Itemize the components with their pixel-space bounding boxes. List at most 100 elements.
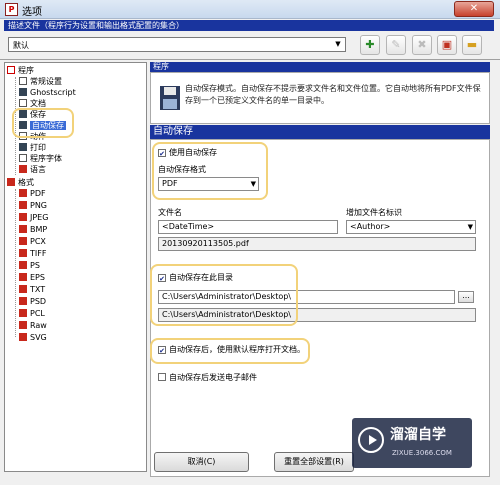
cancel-button[interactable]: 取消(C) <box>154 452 249 472</box>
tree-program[interactable]: 程序 <box>7 66 34 76</box>
tree-item-language[interactable]: 语言 <box>19 165 46 175</box>
section-header: 程序 <box>150 62 490 72</box>
tree-format-tiff[interactable]: TIFF <box>19 249 46 259</box>
profile-description: 描述文件（程序行为设置和输出格式配置的集合） <box>4 20 494 31</box>
filename-preview: 20130920113505.pdf <box>158 237 476 251</box>
watermark: 溜溜自学 ZIXUE.3066.COM <box>352 418 472 468</box>
title-bar: P 选项 ✕ <box>0 0 500 19</box>
file-icon <box>19 261 27 269</box>
highlight-ring <box>150 264 298 326</box>
file-icon <box>19 201 27 209</box>
tree-format-pcl[interactable]: PCL <box>19 309 45 319</box>
folder-icon[interactable]: ▬ <box>462 35 482 55</box>
formats-icon <box>7 178 15 186</box>
checkbox-unchecked-icon <box>158 373 166 381</box>
tree-item-label: PCX <box>30 237 46 246</box>
file-icon <box>19 225 27 233</box>
tree-item-label: TXT <box>30 285 46 294</box>
file-icon <box>19 213 27 221</box>
tree-format-pcx[interactable]: PCX <box>19 237 46 247</box>
profile-select-value: 默认 <box>13 41 29 50</box>
tree-formats-label: 格式 <box>18 178 34 187</box>
tree-program-label: 程序 <box>18 66 34 75</box>
tree-format-jpeg[interactable]: JPEG <box>19 213 48 223</box>
file-icon <box>19 237 27 245</box>
printer-icon <box>19 143 27 151</box>
info-text: 自动保存模式。自动保存不提示要求文件名和文件位置。它自动地将所有PDF文件保存到… <box>185 84 481 105</box>
ghostscript-icon <box>19 88 27 96</box>
app-icon: P <box>5 3 18 16</box>
tree-item-label: PCL <box>30 309 45 318</box>
autosave-header: 自动保存 <box>150 125 490 139</box>
close-button[interactable]: ✕ <box>454 1 494 17</box>
browse-button[interactable]: ... <box>458 291 474 303</box>
file-icon <box>19 249 27 257</box>
add-profile-icon[interactable]: ✚ <box>360 35 380 55</box>
send-email-label: 自动保存后发送电子邮件 <box>169 373 257 382</box>
filename-input[interactable]: <DateTime> <box>158 220 338 234</box>
tree-item-label: Raw <box>30 321 47 330</box>
highlight-ring <box>12 108 74 138</box>
document-icon <box>19 99 27 107</box>
chevron-down-icon: ▼ <box>467 223 473 231</box>
file-icon <box>19 309 27 317</box>
tree-item-label: 常规设置 <box>30 77 62 86</box>
tree-item-label: 程序字体 <box>30 154 62 163</box>
watermark-url: ZIXUE.3066.COM <box>392 449 452 457</box>
tree-item-label: 语言 <box>30 165 46 174</box>
divider <box>0 59 500 60</box>
tree-format-txt[interactable]: TXT <box>19 285 45 295</box>
tree-item-label: JPEG <box>30 213 49 222</box>
tree-item-label: TIFF <box>30 249 47 258</box>
reset-all-button[interactable]: 重置全部设置(R) <box>274 452 354 472</box>
tree-item-print[interactable]: 打印 <box>19 143 46 153</box>
watermark-title: 溜溜自学 <box>390 427 446 443</box>
tree-item-label: SVG <box>30 333 47 342</box>
tree-format-png[interactable]: PNG <box>19 201 47 211</box>
tree-item-label: PSD <box>30 297 47 306</box>
add-token-value: <Author> <box>350 222 391 231</box>
tree-item-label: 打印 <box>30 143 46 152</box>
file-icon <box>19 273 27 281</box>
chevron-down-icon: ▼ <box>335 40 341 48</box>
tree-format-bmp[interactable]: BMP <box>19 225 47 235</box>
tree-item-label: 文档 <box>30 99 46 108</box>
tree-item-label: BMP <box>30 225 48 234</box>
tree-item-label: EPS <box>30 273 45 282</box>
delete-profile-icon[interactable]: ✖ <box>412 35 432 55</box>
filename-label: 文件名 <box>158 208 182 217</box>
highlight-ring <box>150 338 310 364</box>
font-icon <box>19 154 27 162</box>
language-icon <box>19 165 27 173</box>
settings-icon <box>19 77 27 85</box>
add-token-select[interactable]: <Author> ▼ <box>346 220 476 234</box>
tree-format-raw[interactable]: Raw <box>19 321 47 331</box>
info-box: 自动保存模式。自动保存不提示要求文件名和文件位置。它自动地将所有PDF文件保存到… <box>150 72 490 124</box>
save-profile-icon[interactable]: ▣ <box>437 35 457 55</box>
tree-item-label: PS <box>30 261 40 270</box>
play-logo-icon <box>358 427 384 453</box>
program-icon <box>7 66 15 74</box>
tree-item-fonts[interactable]: 程序字体 <box>19 154 62 164</box>
send-email-checkbox[interactable]: 自动保存后发送电子邮件 <box>158 373 257 383</box>
file-icon <box>19 189 27 197</box>
tree-format-psd[interactable]: PSD <box>19 297 46 307</box>
tree-format-eps[interactable]: EPS <box>19 273 45 283</box>
tree-format-ps[interactable]: PS <box>19 261 40 271</box>
add-token-label: 增加文件名标识 <box>346 208 402 217</box>
rename-profile-icon[interactable]: ✎ <box>386 35 406 55</box>
tree-connector <box>15 189 16 337</box>
file-icon <box>19 285 27 293</box>
window-title: 选项 <box>22 7 42 18</box>
tree-item-ghostscript[interactable]: Ghostscript <box>19 88 76 98</box>
tree-item-label: Ghostscript <box>30 88 76 97</box>
file-icon <box>19 333 27 341</box>
tree-format-svg[interactable]: SVG <box>19 333 47 343</box>
highlight-ring <box>152 142 268 200</box>
file-icon <box>19 297 27 305</box>
tree-item-label: PDF <box>30 189 46 198</box>
profile-select[interactable]: 默认 ▼ <box>8 37 346 52</box>
tree-format-pdf[interactable]: PDF <box>19 189 46 199</box>
tree-item-general[interactable]: 常规设置 <box>19 77 62 87</box>
tree-formats[interactable]: 格式 <box>7 178 34 188</box>
